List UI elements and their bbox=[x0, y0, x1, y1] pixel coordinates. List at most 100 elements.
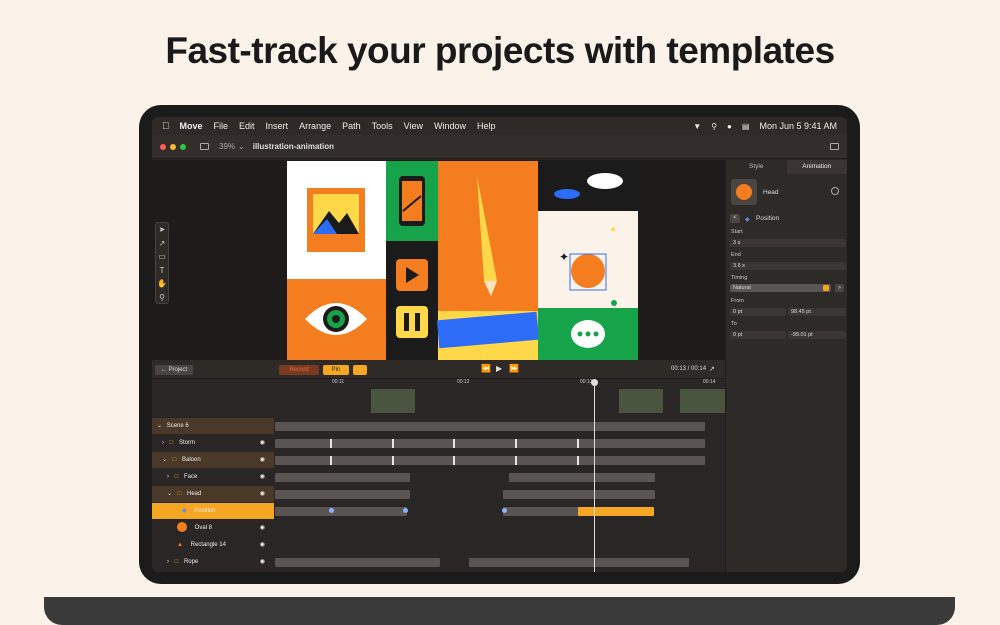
back-icon[interactable]: < bbox=[730, 214, 740, 223]
canvas-stage[interactable]: ➤ ↗ ▭ T ✋ ⚲ ✦ ✦ bbox=[152, 160, 725, 360]
eye-icon[interactable]: ◉ bbox=[260, 554, 265, 570]
apple-icon[interactable]:  bbox=[162, 121, 170, 132]
menu-app[interactable]: Move bbox=[180, 121, 203, 131]
track-bar[interactable] bbox=[275, 507, 407, 516]
menu-arrange[interactable]: Arrange bbox=[299, 121, 331, 131]
keyframe-dot[interactable] bbox=[403, 508, 408, 513]
inspector-toggle-icon[interactable] bbox=[830, 143, 839, 150]
menu-help[interactable]: Help bbox=[477, 121, 496, 131]
more-options-icon[interactable] bbox=[831, 187, 839, 195]
layer-row[interactable]: ▲ Rectangle 14 ◉ bbox=[152, 537, 274, 553]
play-icon[interactable]: ▶ bbox=[496, 364, 502, 373]
select-tool-icon[interactable]: ➤ bbox=[156, 223, 168, 237]
keyframe-marker[interactable] bbox=[392, 439, 394, 448]
search-icon[interactable]: ⚲ bbox=[711, 122, 717, 131]
rewind-icon[interactable]: ⏪ bbox=[481, 364, 491, 373]
eye-icon[interactable]: ◉ bbox=[260, 435, 265, 451]
layer-row[interactable]: › □ Storm ◉ bbox=[152, 435, 274, 451]
keyframe-marker[interactable] bbox=[330, 456, 332, 465]
from-y-input[interactable]: 98.45 pt bbox=[788, 308, 846, 316]
layer-row-selected[interactable]: ◆ Position bbox=[152, 503, 274, 519]
to-x-input[interactable]: 0 pt bbox=[730, 331, 786, 339]
expand-icon[interactable]: ↗ bbox=[709, 365, 715, 373]
start-input[interactable]: 3 s bbox=[730, 239, 846, 247]
keyframe-dot[interactable] bbox=[329, 508, 334, 513]
track-bar[interactable] bbox=[275, 456, 705, 465]
timeline-tracks[interactable] bbox=[275, 379, 725, 572]
layer-row[interactable]: ⌄ □ Head ◉ bbox=[152, 486, 274, 502]
keyframe-marker[interactable] bbox=[577, 439, 579, 448]
keyframe-marker[interactable] bbox=[330, 439, 332, 448]
menu-file[interactable]: File bbox=[214, 121, 229, 131]
menu-path[interactable]: Path bbox=[342, 121, 361, 131]
text-tool-icon[interactable]: T bbox=[156, 264, 168, 278]
chevron-down-icon[interactable]: ⌄ bbox=[167, 491, 172, 497]
menu-edit[interactable]: Edit bbox=[239, 121, 255, 131]
shape-tool-icon[interactable]: ▭ bbox=[156, 250, 168, 264]
fast-forward-icon[interactable]: ⏩ bbox=[509, 364, 519, 373]
track-bar[interactable] bbox=[275, 490, 410, 499]
track-bar[interactable] bbox=[275, 558, 440, 567]
chevron-right-icon[interactable]: › bbox=[162, 440, 164, 446]
record-button[interactable]: Record bbox=[279, 365, 319, 375]
track-bar[interactable] bbox=[503, 490, 655, 499]
keyframe-dot[interactable] bbox=[502, 508, 507, 513]
eye-icon[interactable]: ◉ bbox=[260, 452, 265, 468]
track-bar[interactable] bbox=[509, 473, 655, 482]
chevron-right-icon[interactable]: › bbox=[167, 559, 169, 565]
timing-stepper-icon[interactable] bbox=[823, 285, 829, 291]
tab-animation[interactable]: Animation bbox=[786, 160, 847, 174]
wifi-icon[interactable]: ▼ bbox=[693, 122, 701, 131]
playhead-handle[interactable] bbox=[591, 379, 598, 386]
eye-icon[interactable]: ◉ bbox=[260, 486, 265, 502]
menu-insert[interactable]: Insert bbox=[266, 121, 289, 131]
control-center-icon[interactable]: ▤ bbox=[742, 122, 750, 131]
keyframe-marker[interactable] bbox=[453, 456, 455, 465]
to-y-input[interactable]: -99.01 pt bbox=[788, 331, 846, 339]
chevron-right-icon[interactable]: › bbox=[167, 474, 169, 480]
pin-button[interactable]: Pin bbox=[323, 365, 349, 375]
playhead[interactable] bbox=[594, 379, 595, 572]
end-input[interactable]: 3.6 s bbox=[730, 262, 846, 270]
eye-icon[interactable]: ◉ bbox=[260, 520, 265, 536]
sidebar-toggle-icon[interactable] bbox=[200, 143, 209, 150]
track-bar[interactable] bbox=[469, 558, 689, 567]
layer-row[interactable]: Oval 8 ◉ bbox=[152, 520, 274, 536]
menu-tools[interactable]: Tools bbox=[372, 121, 393, 131]
track-bar[interactable] bbox=[275, 422, 705, 431]
close-window-button[interactable] bbox=[160, 143, 166, 150]
illustration-artboard[interactable]: ✦ ✦ bbox=[287, 161, 638, 360]
track-bar[interactable] bbox=[275, 473, 410, 482]
timing-select[interactable]: Natural bbox=[730, 284, 831, 292]
minimize-window-button[interactable] bbox=[170, 143, 176, 150]
eye-icon[interactable]: ◉ bbox=[260, 469, 265, 485]
keyframe-marker[interactable] bbox=[515, 439, 517, 448]
layer-row[interactable]: ⌄ Scene 6 bbox=[152, 418, 274, 434]
chevron-right-icon[interactable]: > bbox=[835, 284, 844, 292]
layer-row[interactable]: › □ Face ◉ bbox=[152, 469, 274, 485]
eye-icon[interactable]: ◉ bbox=[260, 537, 265, 553]
zoom-level[interactable]: 39% bbox=[219, 142, 235, 151]
track-bar[interactable] bbox=[503, 507, 579, 516]
chevron-down-icon[interactable]: ⌄ bbox=[157, 423, 162, 429]
track-bar-selected[interactable] bbox=[578, 507, 654, 516]
hand-tool-icon[interactable]: ✋ bbox=[156, 277, 168, 291]
user-icon[interactable]: ● bbox=[727, 122, 732, 131]
layer-row[interactable]: › □ Rope ◉ bbox=[152, 554, 274, 570]
keyframe-marker[interactable] bbox=[577, 456, 579, 465]
from-x-input[interactable]: 0 pt bbox=[730, 308, 786, 316]
menu-view[interactable]: View bbox=[404, 121, 423, 131]
tab-style[interactable]: Style bbox=[726, 160, 787, 174]
keyframe-marker[interactable] bbox=[515, 456, 517, 465]
zoom-window-button[interactable] bbox=[180, 143, 186, 150]
direct-select-tool-icon[interactable]: ↗ bbox=[156, 237, 168, 251]
keyframe-marker[interactable] bbox=[453, 439, 455, 448]
keyframe-button[interactable] bbox=[353, 365, 367, 375]
layer-row[interactable]: ⌄ □ Baloon ◉ bbox=[152, 452, 274, 468]
menu-window[interactable]: Window bbox=[434, 121, 466, 131]
project-button[interactable]: ← Project bbox=[155, 365, 193, 375]
zoom-tool-icon[interactable]: ⚲ bbox=[156, 291, 168, 305]
track-bar[interactable] bbox=[275, 439, 705, 448]
keyframe-marker[interactable] bbox=[392, 456, 394, 465]
chevron-down-icon[interactable]: ⌄ bbox=[162, 457, 167, 463]
